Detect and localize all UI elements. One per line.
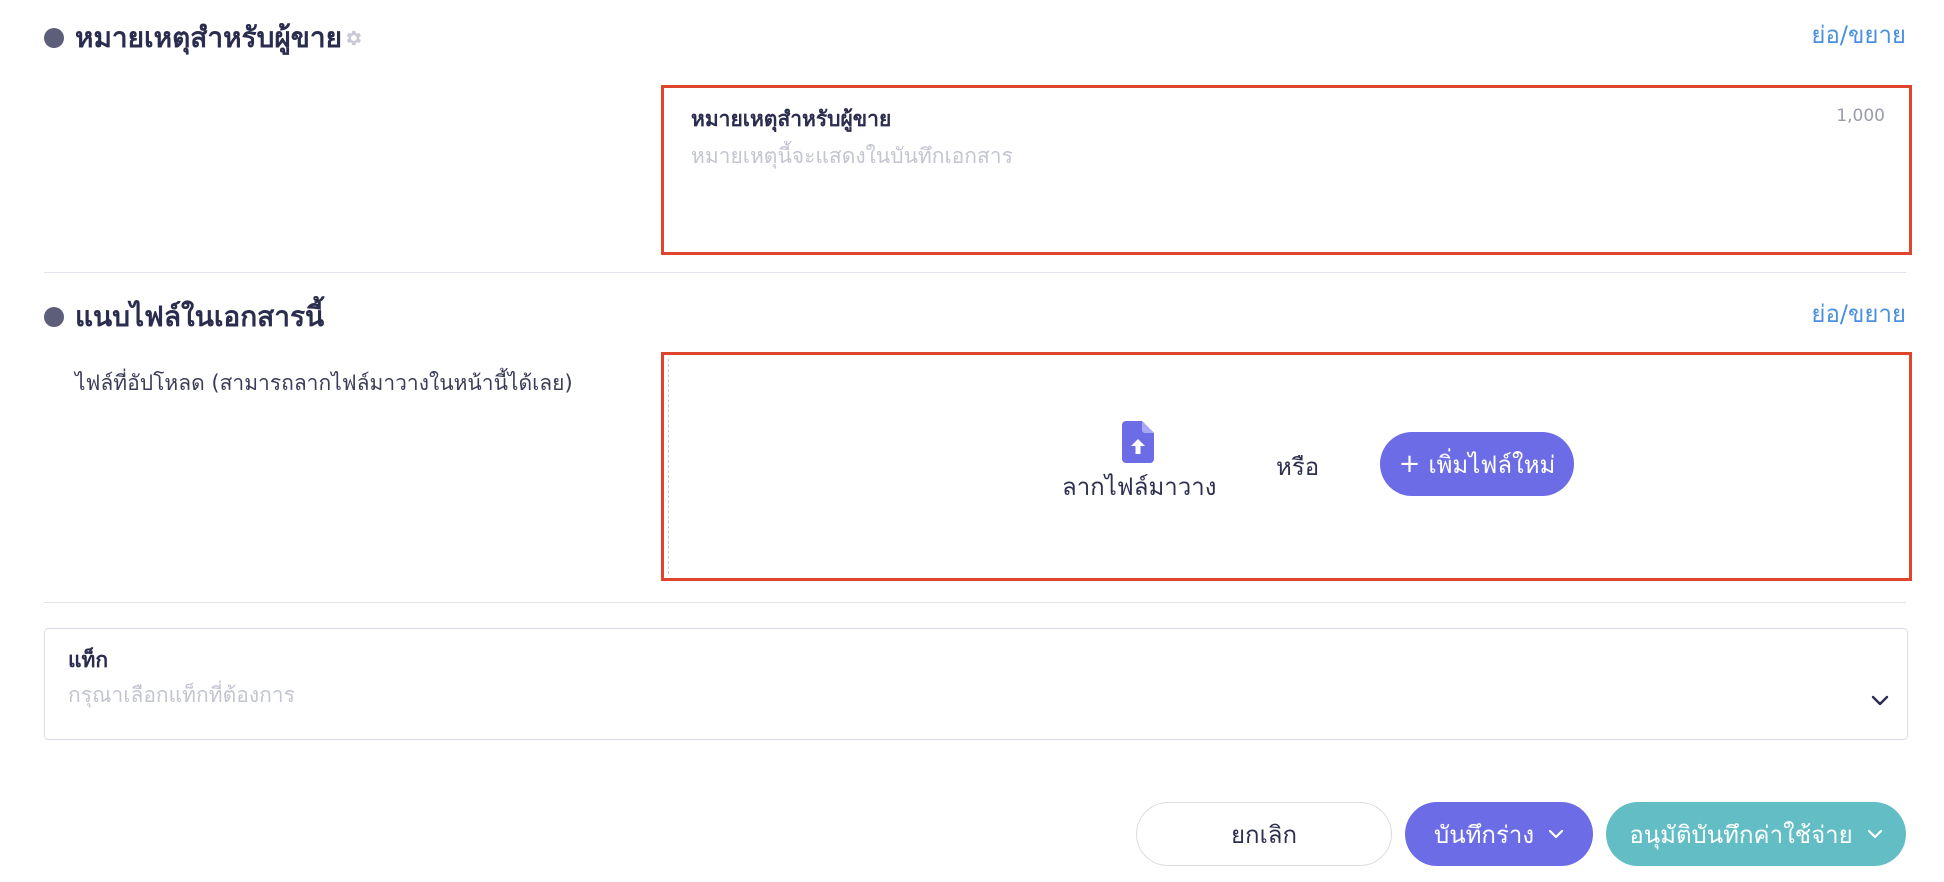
chevron-down-icon[interactable]: [1548, 829, 1564, 839]
seller-note-field-label: หมายเหตุสำหรับผู้ขาย: [691, 107, 892, 131]
save-draft-button[interactable]: บันทึกร่าง: [1405, 802, 1593, 866]
attachment-toggle-link[interactable]: ย่อ/ขยาย: [1811, 298, 1906, 330]
section-divider: [44, 602, 1906, 603]
upload-hint-text: ไฟล์ที่อัปโหลด (สามารถลากไฟล์มาวางในหน้า…: [75, 371, 573, 395]
approve-expense-button[interactable]: อนุมัติบันทึกค่าใช้จ่าย: [1606, 802, 1906, 866]
file-drop-zone[interactable]: ลากไฟล์มาวาง หรือ + เพิ่มไฟล์ใหม่: [661, 352, 1912, 581]
approve-expense-button-label: อนุมัติบันทึกค่าใช้จ่าย: [1629, 820, 1853, 849]
seller-note-toggle-link[interactable]: ย่อ/ขยาย: [1811, 19, 1906, 51]
add-new-file-button[interactable]: + เพิ่มไฟล์ใหม่: [1380, 432, 1574, 496]
char-limit-counter: 1,000: [1836, 106, 1885, 126]
cancel-button-label: ยกเลิก: [1230, 820, 1298, 849]
gear-icon[interactable]: [343, 28, 363, 48]
plus-icon: +: [1398, 449, 1421, 479]
section-divider: [44, 272, 1906, 273]
tag-label: แท็ก: [68, 648, 109, 672]
seller-note-section-title: หมายเหตุสำหรับผู้ขาย: [75, 21, 343, 54]
seller-note-field[interactable]: หมายเหตุสำหรับผู้ขาย 1,000: [661, 85, 1912, 255]
chevron-down-icon: [1871, 695, 1889, 706]
seller-note-textarea[interactable]: [691, 140, 1841, 230]
tag-placeholder: กรุณาเลือกแท็กที่ต้องการ: [68, 683, 295, 707]
save-draft-button-label: บันทึกร่าง: [1433, 820, 1535, 849]
file-upload-icon: [1122, 421, 1154, 463]
cancel-button[interactable]: ยกเลิก: [1136, 802, 1392, 866]
or-label: หรือ: [1276, 453, 1320, 481]
attachment-section-title: แนบไฟล์ในเอกสารนี้: [75, 300, 325, 333]
section-bullet: [44, 28, 64, 48]
drag-file-label: ลากไฟล์มาวาง: [1062, 473, 1217, 501]
tag-select[interactable]: แท็ก กรุณาเลือกแท็กที่ต้องการ: [44, 628, 1908, 740]
chevron-down-icon[interactable]: [1867, 829, 1883, 839]
drop-zone-dashed-edge: [668, 359, 669, 574]
add-new-file-label: เพิ่มไฟล์ใหม่: [1428, 450, 1556, 479]
section-bullet: [44, 307, 64, 327]
